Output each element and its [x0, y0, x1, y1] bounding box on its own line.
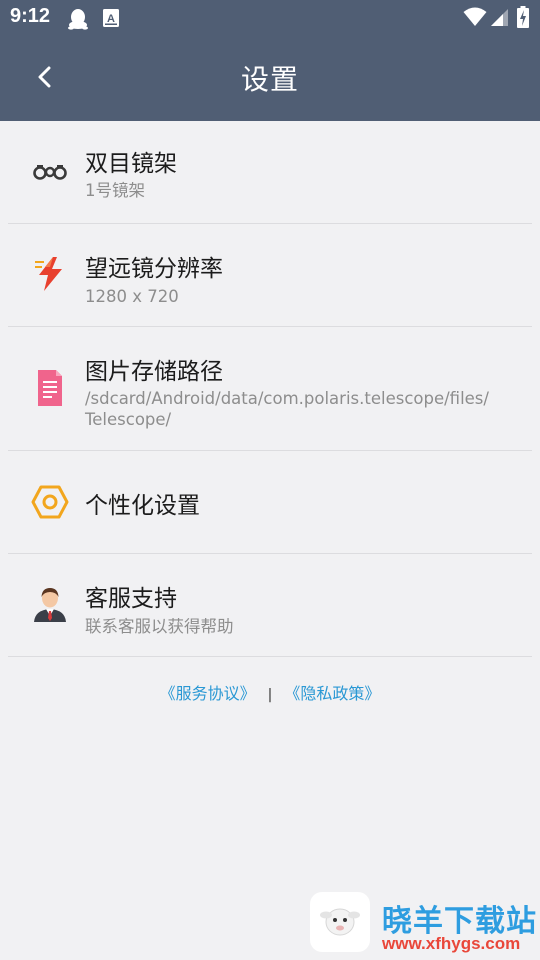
setting-binocular-frame[interactable]: 双目镜架 1号镜架 [8, 121, 532, 224]
settings-list: 双目镜架 1号镜架 望远镜分辨率 1280 x 720 图片存储路径 /sdca… [0, 121, 540, 657]
agreement-links: 《服务协议》 | 《隐私政策》 [0, 680, 540, 704]
setting-customer-support[interactable]: 客服支持 联系客服以获得帮助 [8, 554, 532, 657]
setting-title: 图片存储路径 [85, 359, 223, 385]
status-bar: 9:12 A [0, 0, 540, 36]
setting-personalization[interactable]: 个性化设置 [8, 451, 532, 554]
setting-subtitle: /sdcard/Android/data/com.polaris.telesco… [85, 389, 489, 429]
setting-title: 客服支持 [85, 586, 177, 612]
setting-image-storage-path[interactable]: 图片存储路径 /sdcard/Android/data/com.polaris.… [8, 327, 532, 451]
setting-subtitle: 1号镜架 [85, 181, 145, 200]
privacy-policy-link[interactable]: 《隐私政策》 [284, 684, 380, 703]
svg-text:A: A [107, 13, 115, 25]
binoculars-icon [30, 152, 70, 192]
status-time: 9:12 [10, 5, 51, 27]
setting-telescope-resolution[interactable]: 望远镜分辨率 1280 x 720 [8, 224, 532, 327]
sheep-logo-icon [310, 892, 370, 952]
app-bar: 设置 [0, 36, 540, 121]
signal-icon [489, 8, 509, 31]
setting-subtitle: 联系客服以获得帮助 [85, 617, 234, 636]
battery-charging-icon [517, 6, 529, 32]
qq-icon [68, 8, 88, 34]
hexagon-settings-icon [30, 482, 70, 522]
lightning-icon [30, 254, 70, 294]
setting-title: 望远镜分辨率 [85, 256, 223, 282]
document-icon [30, 368, 70, 408]
service-agreement-link[interactable]: 《服务协议》 [160, 684, 256, 703]
link-separator: | [267, 687, 273, 703]
watermark: 晓羊下载站 www.xfhygs.com [310, 890, 540, 960]
watermark-url: www.xfhygs.com [382, 934, 521, 953]
page-title: 设置 [240, 63, 299, 96]
setting-title: 个性化设置 [85, 493, 200, 519]
wifi-icon [463, 7, 487, 31]
setting-title: 双目镜架 [85, 151, 177, 177]
notification-a-icon: A [102, 8, 120, 32]
setting-subtitle: 1280 x 720 [85, 287, 179, 306]
customer-service-icon [30, 584, 70, 624]
